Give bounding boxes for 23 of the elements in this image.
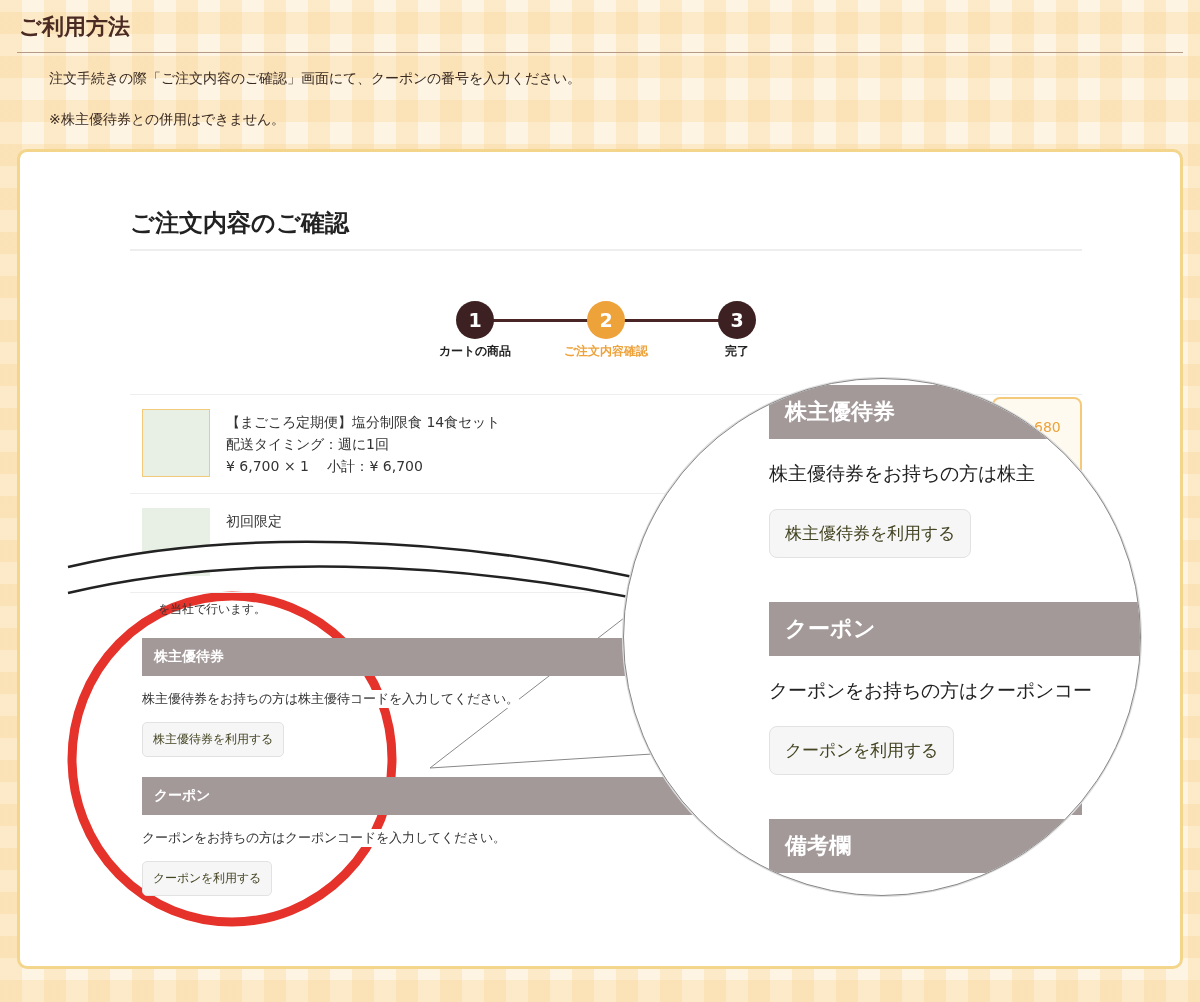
use-button[interactable]: クーポンを利用する [142, 861, 272, 896]
step-number: 1 [456, 301, 494, 339]
section-text: 株主優待券をお持ちの方は株主 [769, 461, 1035, 486]
screen-heading: ご注文内容のご確認 [130, 207, 1082, 251]
step-label: ご注文内容確認 [564, 343, 648, 360]
step-label: 完了 [725, 343, 749, 360]
use-button[interactable]: クーポンを利用する [769, 726, 954, 775]
step-number: 2 [587, 301, 625, 339]
product-photo [142, 409, 210, 477]
use-button[interactable]: 株主優待券を利用する [769, 509, 971, 558]
note-text: ※株主優待券との併用はできません。 [49, 110, 286, 129]
item-text: 初回限定 [226, 512, 282, 531]
note-text: 注文手続きの際「ご注文内容のご確認」画面にて、クーポンの番号を入力ください。 [49, 69, 582, 88]
step-label: カートの商品 [439, 343, 511, 360]
item-text: 【まごころ定期便】塩分制限食 14食セット [226, 413, 501, 432]
section-text: クーポンをお持ちの方はクーポンコー [769, 678, 1092, 703]
section-heading: クーポン [769, 602, 1140, 656]
item-text: 配送タイミング：週に1回 [226, 435, 390, 454]
section-text: 株主優待券をお持ちの方は株主優待コードを入力してください。 [142, 690, 519, 708]
page-title: ご利用方法 [17, 8, 1183, 53]
use-button[interactable]: 株主優待券を利用する [142, 722, 284, 757]
item-text: ¥ 6,700 × 1 小計：¥ 6,700 [226, 457, 424, 476]
step-number: 3 [718, 301, 756, 339]
